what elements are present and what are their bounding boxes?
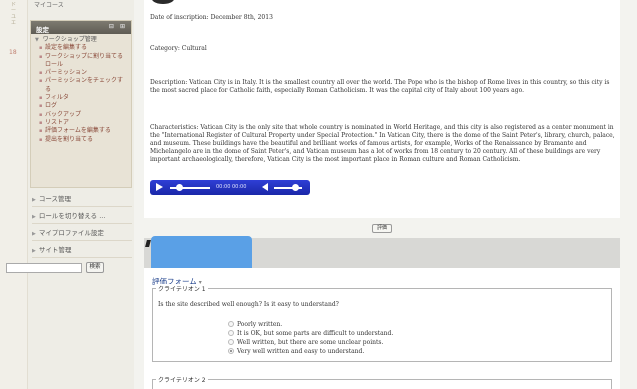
criterion-1-fieldset bbox=[152, 288, 612, 362]
collapsed-triangle-icon: ▶ bbox=[32, 197, 36, 203]
settings-menu-item-check-permissions[interactable]: パーミッションをチェックする bbox=[35, 77, 128, 94]
settings-menu-item-backup[interactable]: バックアップ bbox=[35, 111, 128, 120]
sidebar-top-link-label: マイコース bbox=[34, 2, 64, 9]
sidebar-item-label: ロールを切り替える ... bbox=[38, 212, 106, 220]
expand-triangle-icon: ▼ bbox=[35, 37, 39, 43]
criterion-1-option[interactable]: Poorly written. bbox=[228, 321, 282, 328]
criterion-1-option[interactable]: It is OK, but some parts are difficult t… bbox=[228, 330, 393, 337]
criterion-2-fieldset bbox=[152, 379, 612, 389]
criterion-1-option[interactable]: Well written, but there are some unclear… bbox=[228, 339, 383, 346]
block-controls-icon[interactable]: ⊟ ⊞ bbox=[109, 23, 127, 30]
settings-block-header: 設定 ⊟ ⊞ bbox=[31, 21, 131, 34]
admin-search-button[interactable]: 検索 bbox=[86, 262, 104, 273]
criterion-1-legend-label: クライテリオン 1 bbox=[158, 286, 206, 293]
settings-menu-root-label: ワークショップ管理 bbox=[42, 36, 97, 43]
date-of-inscription: Date of inscription: December 8th, 2013 bbox=[150, 14, 273, 21]
settings-menu-item-permissions[interactable]: パーミッション bbox=[35, 69, 128, 78]
settings-menu-item-edit-assessment-form[interactable]: 評価フォームを編集する bbox=[35, 127, 128, 136]
sidebar-item-label: コース管理 bbox=[38, 195, 72, 203]
settings-block-title: 設定 bbox=[36, 26, 49, 34]
admin-search-input[interactable] bbox=[6, 263, 82, 273]
volume-icon[interactable] bbox=[262, 183, 268, 191]
radio-button[interactable] bbox=[228, 330, 234, 336]
option-label: It is OK, but some parts are difficult t… bbox=[237, 330, 394, 337]
collapsed-triangle-icon: ▶ bbox=[32, 214, 36, 220]
sidebar-item-switch-role[interactable]: ▶ ロールを切り替える ... bbox=[32, 209, 132, 224]
criterion-1-option[interactable]: Very well written and easy to understand… bbox=[228, 348, 364, 355]
settings-menu: ▼ ワークショップ管理 設定を編集する ワークショップに割り当てるロール パーミ… bbox=[31, 34, 131, 144]
assess-button[interactable]: 評価 bbox=[372, 224, 392, 233]
sidebar-item-profile-settings[interactable]: ▶ マイプロファイル設定 bbox=[32, 226, 132, 241]
strip-vertical-text: ドーユエ bbox=[11, 2, 17, 26]
settings-menu-item-logs[interactable]: ログ bbox=[35, 102, 128, 111]
strip-number: 18 bbox=[9, 49, 17, 56]
settings-menu-item-edit-settings[interactable]: 設定を編集する bbox=[35, 44, 128, 53]
volume-handle[interactable] bbox=[292, 184, 299, 191]
option-label: Poorly written. bbox=[237, 321, 283, 328]
play-icon[interactable] bbox=[156, 183, 163, 191]
criterion-2-legend-label: クライテリオン 2 bbox=[158, 377, 206, 384]
sidebar-top-link[interactable]: マイコース bbox=[28, 0, 134, 9]
sidebar-item-site-admin[interactable]: ▶ サイト管理 bbox=[32, 243, 132, 258]
criterion-1-legend: クライテリオン 1 bbox=[156, 284, 208, 293]
radio-button[interactable] bbox=[228, 321, 234, 327]
player-time: 00:00 00:00 bbox=[216, 184, 247, 190]
audio-player: 00:00 00:00 bbox=[150, 180, 310, 195]
progress-handle[interactable] bbox=[176, 184, 183, 191]
option-label: Well written, but there are some unclear… bbox=[237, 339, 384, 346]
radio-button-selected[interactable] bbox=[228, 348, 234, 354]
criterion-1-question: Is the site described well enough? Is it… bbox=[158, 301, 339, 308]
settings-menu-item-assign-roles[interactable]: ワークショップに割り当てるロール bbox=[35, 53, 128, 70]
category: Category: Cultural bbox=[150, 45, 207, 52]
collapsed-triangle-icon: ▶ bbox=[32, 231, 36, 237]
collapsed-triangle-icon: ▶ bbox=[32, 248, 36, 254]
sidebar-item-label: サイト管理 bbox=[38, 246, 72, 254]
radio-button[interactable] bbox=[228, 339, 234, 345]
sidebar-item-label: マイプロファイル設定 bbox=[38, 229, 104, 237]
description: Description: Vatican City is in Italy. I… bbox=[150, 79, 610, 94]
left-strip: ドーユエ 18 bbox=[0, 0, 28, 389]
settings-block: 設定 ⊟ ⊞ ▼ ワークショップ管理 設定を編集する ワークショップに割り当てる… bbox=[30, 20, 132, 188]
sidebar-item-course-admin[interactable]: ▶ コース管理 bbox=[32, 192, 132, 207]
criterion-2-legend: クライテリオン 2 bbox=[156, 375, 208, 384]
characteristics: Characteristics: Vatican City is the onl… bbox=[150, 124, 615, 163]
option-label: Very well written and easy to understand… bbox=[237, 348, 365, 355]
settings-menu-item-allocate-submissions[interactable]: 提出を割り当てる bbox=[35, 136, 128, 145]
sidebar: マイコース 設定 ⊟ ⊞ ▼ ワークショップ管理 設定を編集する ワークショップ… bbox=[28, 0, 134, 389]
